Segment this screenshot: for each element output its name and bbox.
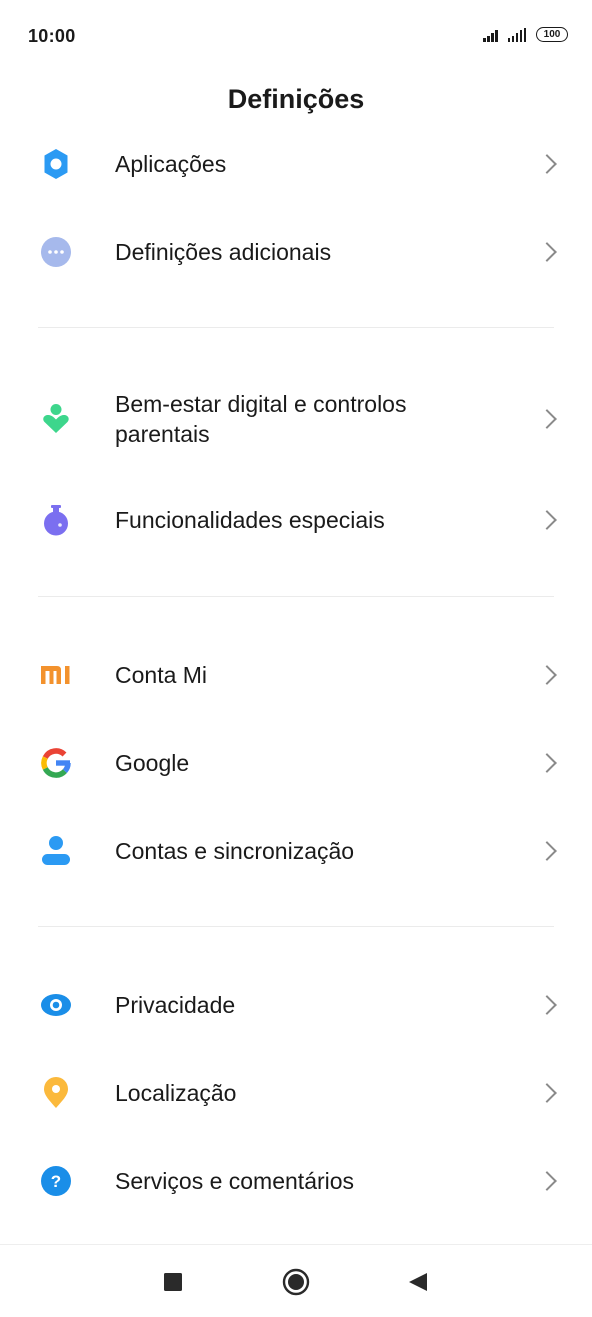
chevron-right-icon [537, 409, 557, 429]
status-icons: 100 [483, 27, 568, 42]
person-icon [40, 835, 72, 867]
mi-logo-icon [40, 659, 72, 691]
settings-item-wellbeing[interactable]: Bem-estar digital e controlos parentais [0, 384, 592, 454]
settings-item-label: Definições adicionais [115, 239, 332, 265]
settings-item-special[interactable]: Funcionalidades especiais [0, 490, 592, 550]
wellbeing-heart-icon [40, 403, 72, 435]
chevron-right-icon [537, 841, 557, 861]
signal-icon [483, 28, 498, 42]
chevron-right-icon [537, 665, 557, 685]
settings-item-label: Privacidade [115, 992, 236, 1018]
settings-item-label: Aplicações [115, 151, 227, 177]
settings-item-label: Localização [115, 1080, 237, 1106]
chevron-right-icon [537, 242, 557, 262]
location-pin-icon [40, 1077, 72, 1109]
settings-item-label: Funcionalidades especiais [115, 507, 385, 533]
settings-item-mi-account[interactable]: Conta Mi [0, 645, 592, 705]
settings-item-label: Contas e sincronização [115, 838, 355, 864]
settings-item-privacy[interactable]: Privacidade [0, 975, 592, 1035]
svg-text:?: ? [51, 1172, 61, 1191]
recents-icon[interactable] [158, 1267, 188, 1297]
chevron-right-icon [537, 753, 557, 773]
chevron-right-icon [537, 995, 557, 1015]
chevron-right-icon [537, 510, 557, 530]
page-title: Definições [227, 84, 365, 114]
status-bar: 10:00 100 [0, 0, 592, 70]
gear-icon [40, 148, 72, 180]
settings-item-apps[interactable]: Aplicações [0, 134, 592, 194]
eye-icon [40, 989, 72, 1021]
settings-item-label: Google [115, 750, 190, 776]
navigation-bar [0, 1244, 592, 1317]
settings-item-label: Serviços e comentários [115, 1168, 355, 1194]
settings-item-accounts[interactable]: Contas e sincronização [0, 821, 592, 881]
chevron-right-icon [537, 1171, 557, 1191]
settings-item-additional[interactable]: Definições adicionais [0, 222, 592, 282]
section-divider [38, 327, 554, 328]
chevron-right-icon [537, 154, 557, 174]
status-time: 10:00 [28, 26, 76, 46]
settings-item-label: Bem-estar digital e controlos parentais [115, 391, 407, 447]
home-icon[interactable] [281, 1267, 311, 1297]
settings-item-google[interactable]: Google [0, 733, 592, 793]
settings-item-label: Conta Mi [115, 662, 208, 688]
signal-icon [507, 27, 526, 42]
chevron-right-icon [537, 1083, 557, 1103]
back-icon[interactable] [403, 1267, 433, 1297]
section-divider [38, 596, 554, 597]
section-divider [38, 926, 554, 927]
more-dots-icon [40, 236, 72, 268]
settings-item-location[interactable]: Localização [0, 1063, 592, 1123]
settings-item-services[interactable]: ? Serviços e comentários [0, 1151, 592, 1211]
flask-icon [40, 504, 72, 536]
battery-icon: 100 [536, 27, 568, 42]
google-g-icon [40, 747, 72, 779]
help-icon: ? [40, 1165, 72, 1197]
